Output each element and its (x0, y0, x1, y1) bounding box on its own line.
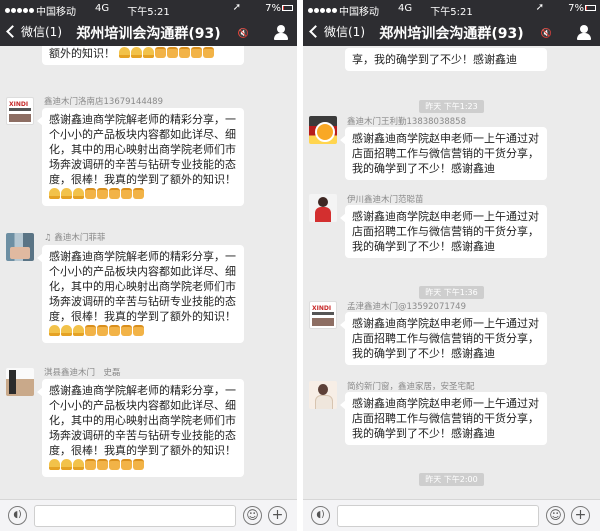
location-icon: ➚ (535, 2, 544, 13)
more-button[interactable]: + (268, 506, 287, 525)
message-input[interactable] (34, 505, 236, 527)
clock: 下午5:21 (430, 7, 473, 18)
chat-title: 郑州培训会沟通群(93) (379, 26, 524, 42)
sender-name: 孟津鑫迪木门@13592071749 (347, 302, 466, 312)
avatar[interactable]: XINDI (6, 97, 34, 125)
smiley-icon: ☺ (549, 508, 562, 522)
more-button[interactable]: + (571, 506, 590, 525)
smiley-icon: ☺ (246, 508, 259, 522)
voice-button[interactable]: ◖) (8, 506, 27, 525)
timestamp-divider: 昨天 下午2:00 (303, 467, 600, 486)
emoji-button[interactable]: ☺ (243, 506, 262, 525)
message-list[interactable]: 额外的知识！ XINDI 鑫迪木门洛南店13679144489 感谢鑫迪商学院解… (0, 46, 297, 499)
voice-button[interactable]: ◖) (311, 506, 330, 525)
status-bar: 中国移动 4G 下午5:21 ➚ 7% (303, 0, 600, 18)
message-bubble[interactable]: 感谢鑫迪商学院赵申老师一上午通过对店面招聘工作与微信营销的干货分享，我的确学到了… (340, 127, 547, 180)
message-bubble[interactable]: 感谢鑫迪商学院赵申老师一上午通过对店面招聘工作与微信营销的干货分享，我的确学到了… (340, 312, 547, 365)
sender-name: 鑫迪木门王利勤13838038858 (347, 117, 466, 127)
person-icon (277, 25, 285, 33)
battery-percent: 7% (265, 3, 281, 14)
sender-name: 简约新门窗，鑫迪家居，安圣宅配 (347, 382, 475, 392)
timestamp-divider: 昨天 下午1:23 (303, 94, 600, 113)
person-icon (580, 25, 588, 33)
message-bubble[interactable]: 享，我的确学到了不少！感谢鑫迪 (345, 48, 547, 71)
message-list[interactable]: 享，我的确学到了不少！感谢鑫迪 昨天 下午1:23 鑫迪木门王利勤1383803… (303, 46, 600, 499)
nav-bar: 微信(1) 郑州培训会沟通群(93) 🔇 (0, 18, 297, 46)
avatar[interactable] (309, 194, 337, 222)
message-bubble[interactable]: 额外的知识！ (42, 46, 244, 65)
group-info-button[interactable] (576, 25, 592, 40)
group-info-button[interactable] (273, 25, 289, 40)
voice-icon: ◖) (13, 510, 22, 520)
avatar[interactable] (6, 233, 34, 261)
message-bubble[interactable]: 感谢鑫迪商学院解老师的精彩分享，一个小小的产品板块内容都如此详尽、细化，其中的用… (37, 108, 244, 206)
avatar[interactable] (309, 116, 337, 144)
plus-icon: + (271, 507, 284, 523)
battery-percent: 7% (568, 3, 584, 14)
battery-icon (585, 5, 596, 11)
clock: 下午5:21 (127, 7, 170, 18)
voice-icon: ◖) (316, 510, 325, 520)
emoji-button[interactable]: ☺ (546, 506, 565, 525)
message-bubble[interactable]: 感谢鑫迪商学院解老师的精彩分享，一个小小的产品板块内容都如此详尽、细化，其中的用… (37, 379, 244, 477)
chat-screen-right: 中国移动 4G 下午5:21 ➚ 7% 微信(1) 郑州培训会沟通群(93) 🔇… (303, 0, 600, 531)
avatar[interactable]: XINDI (309, 301, 337, 329)
sender-name: 伊川鑫迪木门范聪苗 (347, 195, 424, 205)
avatar[interactable] (6, 368, 34, 396)
chat-title: 郑州培训会沟通群(93) (76, 26, 221, 42)
sender-name: 鑫迪木门洛南店13679144489 (44, 97, 163, 107)
sender-name: ♫ 鑫迪木门菲菲 (44, 233, 106, 243)
input-bar: ◖) ☺ + (303, 499, 600, 531)
status-bar: 中国移动 4G 下午5:21 ➚ 7% (0, 0, 297, 18)
chat-screen-left: 中国移动 4G 下午5:21 ➚ 7% 微信(1) 郑州培训会沟通群(93) 🔇… (0, 0, 297, 531)
battery-icon (282, 5, 293, 11)
message-bubble[interactable]: 感谢鑫迪商学院赵申老师一上午通过对店面招聘工作与微信营销的干货分享，我的确学到了… (340, 392, 547, 445)
timestamp-divider: 昨天 下午1:36 (303, 280, 600, 299)
location-icon: ➚ (232, 2, 241, 13)
mute-icon: 🔇 (237, 29, 249, 39)
message-bubble[interactable]: 感谢鑫迪商学院赵申老师一上午通过对店面招聘工作与微信营销的干货分享，我的确学到了… (340, 205, 547, 258)
music-note-icon: ♫ (44, 233, 55, 243)
message-bubble[interactable]: 感谢鑫迪商学院解老师的精彩分享，一个小小的产品板块内容都如此详尽、细化，其中的用… (37, 245, 244, 343)
sender-name: 淇县鑫迪木门 史磊 (44, 368, 121, 378)
input-bar: ◖) ☺ + (0, 499, 297, 531)
message-input[interactable] (337, 505, 539, 527)
mute-icon: 🔇 (540, 29, 552, 39)
avatar[interactable] (309, 381, 337, 409)
plus-icon: + (574, 507, 587, 523)
nav-bar: 微信(1) 郑州培训会沟通群(93) 🔇 (303, 18, 600, 46)
